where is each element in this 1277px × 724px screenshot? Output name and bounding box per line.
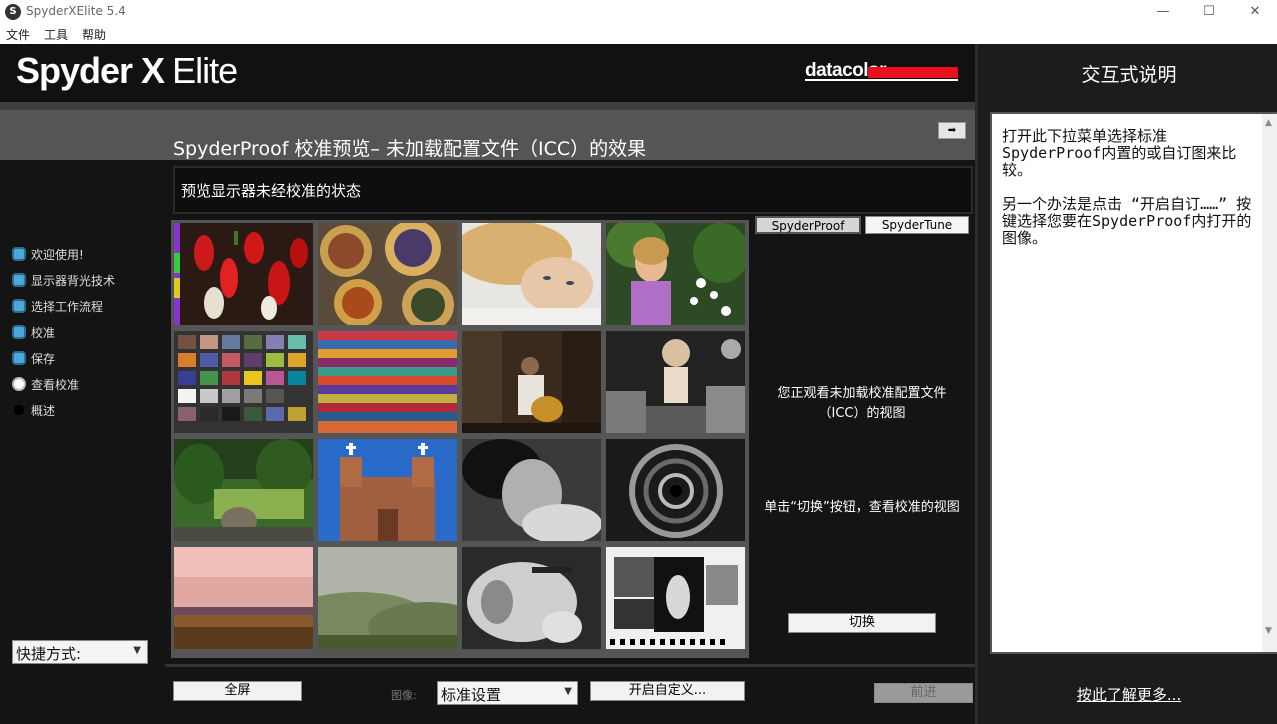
chevron-down-icon: ▼ xyxy=(564,686,572,697)
sidebar-item-label: 显示器背光技术 xyxy=(31,274,116,288)
shortcut-dropdown[interactable]: 快捷方式: ▼ xyxy=(12,640,148,664)
step-dot-icon xyxy=(12,351,26,365)
status-uncalibrated-text: 您正观看未加载校准配置文件（ICC）的视图 xyxy=(777,386,947,421)
chevron-down-icon: ▼ xyxy=(133,645,141,656)
textiles-image xyxy=(318,331,457,433)
step-dot-icon xyxy=(12,273,26,287)
thumb-staircase[interactable] xyxy=(606,439,745,541)
thumb-tuscany[interactable] xyxy=(318,547,457,649)
main-content: 预览显示器未经校准的状态 SpyderProof SpyderTune 您正观看… xyxy=(165,160,975,724)
help-panel: 交互式说明 打开此下拉菜单选择标准SpyderProof内置的或自订图来比较。 … xyxy=(975,44,1277,724)
thumb-singer[interactable] xyxy=(606,331,745,433)
sidebar-item-label: 查看校准 xyxy=(31,378,80,392)
thumb-textiles[interactable] xyxy=(318,331,457,433)
thumb-bw-test-chart[interactable] xyxy=(606,547,745,649)
woman-portrait-image xyxy=(462,223,601,325)
thumb-color-checker[interactable] xyxy=(174,331,313,433)
minimize-button[interactable]: — xyxy=(1140,2,1186,22)
proof-tabs: SpyderProof SpyderTune xyxy=(755,216,969,236)
learn-more-link[interactable]: 按此了解更多... xyxy=(978,684,1277,705)
thumb-plates[interactable] xyxy=(318,223,457,325)
thumb-sunset[interactable] xyxy=(174,547,313,649)
toggle-button[interactable]: 切换 xyxy=(788,613,936,633)
title-band: SpyderProof 校准预览– 未加载配置文件（ICC）的效果 ➡ xyxy=(0,102,975,160)
fullscreen-button[interactable]: 全屏 xyxy=(173,681,302,701)
bw-test-chart-image xyxy=(606,547,745,649)
thumb-bw-portrait[interactable] xyxy=(462,439,601,541)
image-select-caption: 图像: xyxy=(391,689,417,702)
title-bar: S SpyderXElite 5.4 — ☐ ✕ xyxy=(0,0,1277,24)
sunset-image xyxy=(174,547,313,649)
plates-image xyxy=(318,223,457,325)
scooter-image xyxy=(462,547,601,649)
status-instruction-text: 单击“切换”按钮，查看校准的视图 xyxy=(764,500,960,515)
thumb-scooter[interactable] xyxy=(462,547,601,649)
logo-bold-text: Spyder X xyxy=(16,50,165,91)
thumb-peppers[interactable] xyxy=(174,223,313,325)
peppers-image xyxy=(174,223,313,325)
product-logo: Spyder X Elite xyxy=(16,50,238,92)
collapse-panel-button[interactable]: ➡ xyxy=(938,122,966,139)
tab-spydertune[interactable]: SpyderTune xyxy=(865,216,969,234)
help-paragraph-2: 另一个办法是点击 “开启自订……” 按键选择您要在SpyderProof内打开的… xyxy=(1002,195,1252,247)
app-icon: S xyxy=(5,4,21,20)
step-dot-current-icon xyxy=(12,377,26,391)
thumb-woman-portrait[interactable] xyxy=(462,223,601,325)
thumb-church[interactable] xyxy=(318,439,457,541)
close-button[interactable]: ✕ xyxy=(1232,2,1277,22)
bw-portrait-image xyxy=(462,439,601,541)
help-scrollbar[interactable]: ▲ ▼ xyxy=(1262,114,1277,652)
girl-flowers-image xyxy=(606,223,745,325)
subtitle-box: 预览显示器未经校准的状态 xyxy=(173,166,973,214)
church-image xyxy=(318,439,457,541)
scroll-up-icon[interactable]: ▲ xyxy=(1265,118,1272,128)
garden-image xyxy=(174,439,313,541)
app-header: Spyder X Elite datacolor xyxy=(0,44,975,102)
thumb-garden[interactable] xyxy=(174,439,313,541)
menu-help[interactable]: 帮助 xyxy=(82,26,106,43)
maximize-button[interactable]: ☐ xyxy=(1186,2,1232,22)
thumb-guitarist[interactable] xyxy=(462,331,601,433)
brand-underline xyxy=(805,79,958,81)
next-button[interactable]: 前进 xyxy=(874,683,973,703)
help-text-box: 打开此下拉菜单选择标准SpyderProof内置的或自订图来比较。 另一个办法是… xyxy=(990,112,1277,654)
sidebar-item-label: 欢迎使用! xyxy=(31,248,84,262)
color-checker-image xyxy=(174,331,313,433)
proof-image-gallery xyxy=(171,220,749,658)
sidebar-item-label: 概述 xyxy=(31,404,56,418)
step-dot-icon xyxy=(12,325,26,339)
menu-tools[interactable]: 工具 xyxy=(44,26,68,43)
sidebar-item-label: 校准 xyxy=(31,326,56,340)
menu-file[interactable]: 文件 xyxy=(6,26,30,43)
open-custom-button[interactable]: 开启自定义... xyxy=(590,681,745,701)
image-set-dropdown[interactable]: 标准设置 ▼ xyxy=(437,681,578,705)
help-title: 交互式说明 xyxy=(1081,64,1177,86)
singer-image xyxy=(606,331,745,433)
sidebar: 欢迎使用! 显示器背光技术 选择工作流程 校准 保存 查看校准 概述 快捷方式: xyxy=(0,160,165,724)
help-text: 打开此下拉菜单选择标准SpyderProof内置的或自订图来比较。 另一个办法是… xyxy=(1002,128,1254,264)
step-dot-icon xyxy=(12,247,26,261)
thumb-girl-flowers[interactable] xyxy=(606,223,745,325)
step-dot-icon xyxy=(12,299,26,313)
help-paragraph-1: 打开此下拉菜单选择标准SpyderProof内置的或自订图来比较。 xyxy=(1002,127,1237,179)
sidebar-item-label: 保存 xyxy=(31,352,56,366)
staircase-image xyxy=(606,439,745,541)
bottom-controls: 全屏 图像: 标准设置 ▼ 开启自定义... 前进 xyxy=(165,664,975,724)
logo-light-text: Elite xyxy=(172,50,238,91)
menu-bar: 文件 工具 帮助 xyxy=(0,24,1277,44)
step-dot-pending-icon xyxy=(14,405,24,415)
image-set-value: 标准设置 xyxy=(441,686,502,704)
shortcut-label: 快捷方式: xyxy=(16,645,82,663)
window-title: SpyderXElite 5.4 xyxy=(26,4,126,18)
guitarist-image xyxy=(462,331,601,433)
page-title: SpyderProof 校准预览– 未加载配置文件（ICC）的效果 xyxy=(173,138,647,160)
sidebar-item-label: 选择工作流程 xyxy=(31,300,104,314)
tab-spyderproof[interactable]: SpyderProof xyxy=(755,216,861,234)
scroll-down-icon[interactable]: ▼ xyxy=(1265,626,1272,636)
brand-red-bar xyxy=(868,67,958,78)
tuscany-image xyxy=(318,547,457,649)
section-subtitle: 预览显示器未经校准的状态 xyxy=(181,182,362,200)
